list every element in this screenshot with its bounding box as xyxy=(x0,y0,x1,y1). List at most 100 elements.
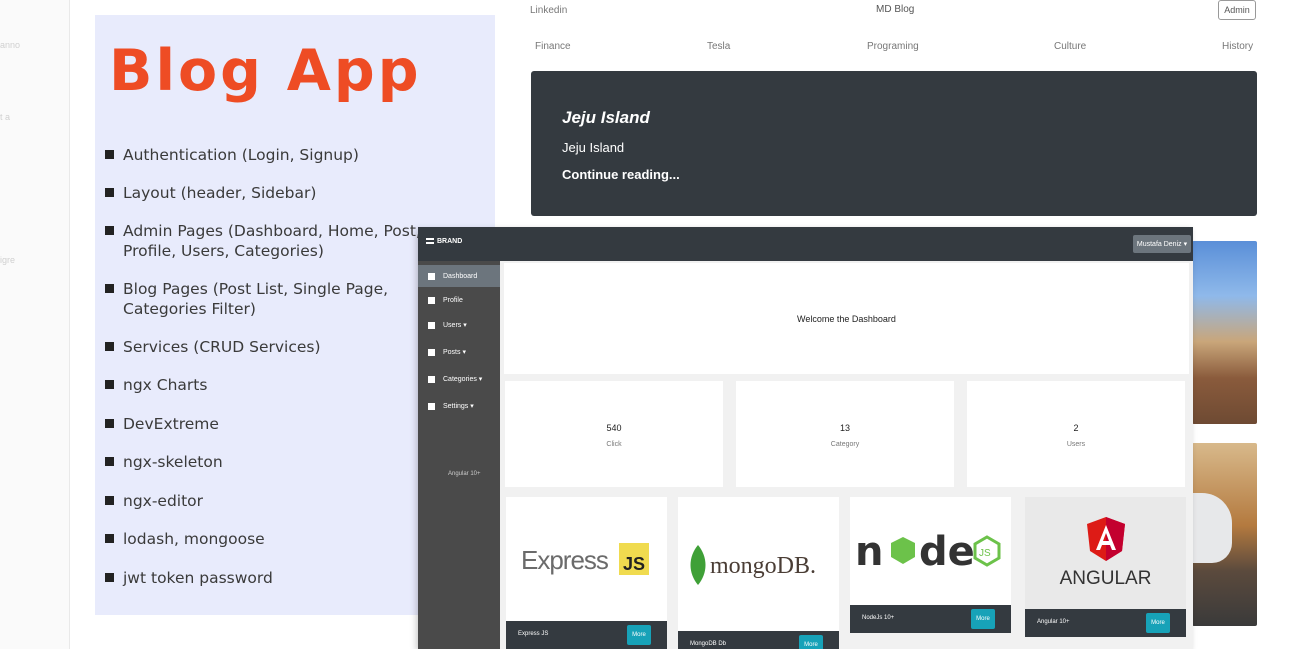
svg-text:JS: JS xyxy=(979,548,991,559)
brand[interactable]: BRAND xyxy=(426,238,462,245)
feature-item: DevExtreme xyxy=(105,414,425,434)
feature-item: ngx Charts xyxy=(105,375,425,395)
sidebar-item-posts[interactable]: Posts ▾ xyxy=(418,341,500,363)
feature-item: Authentication (Login, Signup) xyxy=(105,145,425,165)
stat-label: Click xyxy=(606,441,622,448)
gear-icon xyxy=(428,402,435,410)
bullet-icon xyxy=(105,188,114,197)
node-logo: n de JS xyxy=(850,497,1011,605)
card-caption: Angular 10+ xyxy=(1037,619,1070,625)
express-js-icon: Express JS xyxy=(521,543,649,575)
bullet-icon xyxy=(105,380,114,389)
bullet-icon xyxy=(105,419,114,428)
admin-button[interactable]: Admin xyxy=(1218,0,1256,20)
svg-text:JS: JS xyxy=(623,554,645,574)
sidebar-item-settings[interactable]: Settings ▾ xyxy=(418,395,500,417)
card-footer: MongoDB Db More xyxy=(678,631,839,649)
nav-finance[interactable]: Finance xyxy=(535,41,571,52)
svg-text:n: n xyxy=(855,529,883,575)
tech-card-angular: ANGULAR Angular 10+ More xyxy=(1025,497,1186,637)
bullet-icon xyxy=(105,496,114,505)
bullet-icon xyxy=(105,457,114,466)
card-footer: NodeJs 10+ More xyxy=(850,605,1011,633)
nav-history[interactable]: History xyxy=(1222,41,1253,52)
car-shape xyxy=(1192,493,1232,563)
sidebar-footer: Angular 10+ xyxy=(448,471,481,477)
card-caption: Express JS xyxy=(518,631,549,637)
tech-card-mongodb: mongoDB. MongoDB Db More xyxy=(678,497,839,649)
feature-item: lodash, mongoose xyxy=(105,529,425,549)
user-dropdown[interactable]: Mustafa Deniz ▾ xyxy=(1133,235,1191,253)
stat-card-users: 2 Users xyxy=(967,381,1185,487)
blog-logo[interactable]: MD Blog xyxy=(876,4,914,15)
stat-card-clicks: 540 Click xyxy=(505,381,723,487)
card-footer: Angular 10+ More xyxy=(1025,609,1186,637)
angular-logo: ANGULAR xyxy=(1025,497,1186,609)
sidebar-item-profile[interactable]: Profile xyxy=(418,289,500,311)
bullet-icon xyxy=(105,150,114,159)
dashboard-icon xyxy=(428,272,435,280)
users-icon xyxy=(428,321,435,329)
left-strip-text-1: anno xyxy=(0,40,21,50)
svg-text:de: de xyxy=(919,529,975,575)
post-thumbnail-car[interactable] xyxy=(1192,443,1257,626)
card-footer: Express JS More xyxy=(506,621,667,649)
hero-jumbotron: Jeju Island Jeju Island Continue reading… xyxy=(531,71,1257,216)
stat-value: 540 xyxy=(606,423,622,433)
hero-title: Jeju Island xyxy=(562,108,650,127)
admin-dashboard: BRAND Mustafa Deniz ▾ Dashboard Profile … xyxy=(418,227,1193,649)
feature-title: Blog App xyxy=(109,38,422,104)
posts-icon xyxy=(428,348,435,356)
mongodb-leaf-icon: mongoDB. xyxy=(690,545,816,585)
linkedin-link[interactable]: Linkedin xyxy=(530,5,567,16)
feature-item: Services (CRUD Services) xyxy=(105,337,425,357)
tech-card-node: n de JS NodeJs 10+ More xyxy=(850,497,1011,633)
feature-item: Blog Pages (Post List, Single Page, Cate… xyxy=(105,279,425,319)
left-strip: anno t a igre xyxy=(0,0,70,649)
bullet-icon xyxy=(105,226,114,235)
left-strip-text-3: igre xyxy=(0,255,16,265)
feature-item: ngx-editor xyxy=(105,491,425,511)
user-icon xyxy=(428,296,435,304)
card-caption: MongoDB Db xyxy=(690,641,727,647)
more-button[interactable]: More xyxy=(1146,613,1170,633)
left-strip-text-2: t a xyxy=(0,112,11,122)
stat-label: Category xyxy=(830,441,860,448)
more-button[interactable]: More xyxy=(799,635,823,649)
dashboard-sidebar: Dashboard Profile Users ▾ Posts ▾ Catego… xyxy=(418,261,500,649)
sidebar-item-dashboard[interactable]: Dashboard xyxy=(418,265,500,287)
category-nav: Finance Tesla Programing Culture History xyxy=(535,41,1255,55)
bullet-icon xyxy=(105,534,114,543)
svg-text:mongoDB.: mongoDB. xyxy=(710,553,816,579)
angular-shield-icon xyxy=(1086,517,1125,561)
stat-value: 2 xyxy=(1073,423,1079,433)
hero-subtitle: Jeju Island xyxy=(562,140,625,155)
nav-culture[interactable]: Culture xyxy=(1054,41,1086,52)
more-button[interactable]: More xyxy=(627,625,651,645)
post-thumbnail-landscape[interactable] xyxy=(1192,241,1257,424)
menu-icon[interactable] xyxy=(426,238,434,245)
express-logo: Express JS xyxy=(506,497,667,621)
more-button[interactable]: More xyxy=(971,609,995,629)
angular-wordmark: ANGULAR xyxy=(1059,568,1152,589)
stat-card-categories: 13 Category xyxy=(736,381,954,487)
bullet-icon xyxy=(105,573,114,582)
nodejs-icon: n de JS xyxy=(855,529,1000,575)
sidebar-item-categories[interactable]: Categories ▾ xyxy=(418,368,500,390)
continue-reading-link[interactable]: Continue reading... xyxy=(562,167,680,182)
stat-label: Users xyxy=(1066,441,1086,448)
bullet-icon xyxy=(105,284,114,293)
nav-programing[interactable]: Programing xyxy=(867,41,919,52)
tech-card-express: Express JS Express JS More xyxy=(506,497,667,649)
feature-item: Admin Pages (Dashboard, Home, Post, Prof… xyxy=(105,221,425,261)
categories-icon xyxy=(428,375,435,383)
mongodb-logo: mongoDB. xyxy=(678,497,839,631)
dashboard-topbar: BRAND Mustafa Deniz ▾ xyxy=(418,227,1193,261)
welcome-card: Welcome the Dashboard xyxy=(504,263,1189,374)
svg-text:Express: Express xyxy=(521,545,609,575)
stat-value: 13 xyxy=(839,423,850,433)
sidebar-item-users[interactable]: Users ▾ xyxy=(418,314,500,336)
screenshot-root: anno t a igre Blog App Authentication (L… xyxy=(0,0,1296,649)
nav-tesla[interactable]: Tesla xyxy=(707,41,730,52)
card-caption: NodeJs 10+ xyxy=(862,615,895,621)
